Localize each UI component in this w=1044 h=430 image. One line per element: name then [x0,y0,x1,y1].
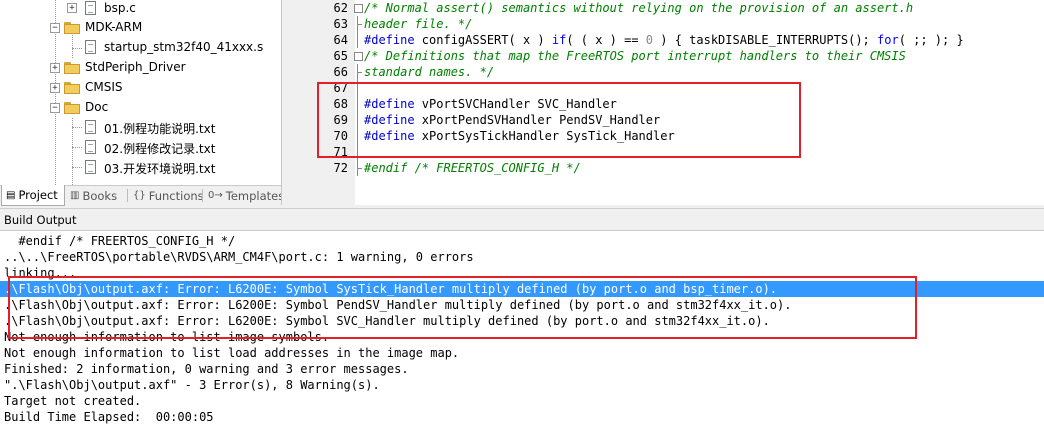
tree-item-label: 01.例程功能说明.txt [104,122,216,136]
annotation-box-output [8,276,917,339]
output-line[interactable]: ".\Flash\Obj\output.axf" - 3 Error(s), 8… [0,377,1044,393]
output-line[interactable]: Target not created. [0,393,1044,409]
fold-marker [354,16,362,32]
fold-marker [354,0,363,16]
output-line-text: Target not created. [4,394,142,408]
folder-icon [64,82,80,94]
tree-item-label: 02.例程修改记录.txt [104,142,216,156]
fold-marker [354,48,363,64]
tree-guide-line [72,147,82,148]
code-text: /* Normal assert() semantics without rel… [364,1,914,15]
output-line[interactable]: Finished: 2 information, 0 warning and 3… [0,361,1044,377]
collapse-icon[interactable]: − [50,103,60,113]
tree-guide-line [72,118,73,185]
line-number: 63 [333,17,348,31]
tree-guide-line [72,48,82,49]
tree-item-label: 03.开发环境说明.txt [104,162,216,176]
output-line-text: Finished: 2 information, 0 warning and 3… [4,362,409,376]
tree-guide-line [72,167,82,168]
expand-icon[interactable]: + [67,3,77,13]
line-number: 66 [333,65,348,79]
tree-item-label: MDK-ARM [85,20,143,34]
project-panel-tabs: ▤ Project ▥ Books {} Functions 0→ Templates [0,185,284,206]
build-output-header: Build Output [0,208,1044,230]
folder-icon [64,22,80,34]
build-output-title: Build Output [4,213,77,227]
code-line[interactable]: 62 /* Normal assert() semantics without r… [285,0,1044,16]
tab-functions[interactable]: {} Functions [129,186,204,205]
tree-item-label: bsp.c [104,1,136,15]
books-icon: ▥ [70,190,80,201]
tab-books[interactable]: ▥ Books [66,186,126,205]
tab-label: Templates [225,188,285,203]
line-number: 72 [333,161,348,175]
code-line[interactable]: 64 #define configASSERT( x ) if( ( x ) ==… [285,32,1044,48]
output-line-text: ".\Flash\Obj\output.axf" - 3 Error(s), 8… [4,378,380,392]
tab-label: Functions [148,188,204,203]
output-line[interactable]: #endif /* FREERTOS_CONFIG_H */ [0,233,1044,249]
tree-item-label: CMSIS [85,80,123,94]
templates-icon: 0→ [208,190,223,201]
output-line-text: Build Time Elapsed: 00:00:05 [4,410,214,424]
output-line[interactable]: ..\..\FreeRTOS\portable\RVDS\ARM_CM4F\po… [0,249,1044,265]
code-line[interactable]: 66 standard names. */ [285,64,1044,80]
tree-item-label: StdPeriph_Driver [85,60,186,74]
annotation-box-editor [317,82,801,158]
output-line-text: Not enough information to list load addr… [4,346,460,360]
code-text: #endif /* FREERTOS_CONFIG_H */ [364,161,581,175]
code-text: /* Definitions that map the FreeRTOS por… [364,49,906,63]
expand-icon[interactable]: + [50,83,60,93]
code-line[interactable]: 63 header file. */ [285,16,1044,32]
output-line[interactable]: Not enough information to list load addr… [0,345,1044,361]
text-file-icon [85,120,96,134]
line-number: 65 [333,49,348,63]
tree-guide-line [72,127,82,128]
code-text: header file. */ [364,17,473,31]
tree-item-label: Doc [85,100,109,114]
collapse-icon[interactable]: − [50,23,60,33]
output-line-text: #endif /* FREERTOS_CONFIG_H */ [4,234,236,248]
code-line[interactable]: 65 /* Definitions that map the FreeRTOS p… [285,48,1044,64]
tab-project[interactable]: ▤ Project [1,185,65,206]
tab-label: Books [82,188,118,203]
project-panel: + bsp.c − MDK-ARM startup_stm32f40_41xxx… [0,0,281,185]
fold-marker [354,32,362,48]
output-line[interactable]: Build Time Elapsed: 00:00:05 [0,409,1044,425]
code-text: standard names. */ [364,65,495,79]
line-number: 62 [333,1,348,15]
tab-templates[interactable]: 0→ Templates [204,186,284,205]
folder-icon [64,62,80,74]
folder-icon [64,102,80,114]
tree-item-label: startup_stm32f40_41xxx.s [104,40,264,54]
asm-file-icon [85,40,96,54]
line-number: 64 [333,33,348,47]
fold-marker [354,64,362,80]
fold-marker [354,160,362,176]
text-file-icon [85,140,96,154]
braces-icon: {} [133,190,146,201]
tab-label: Project [18,188,58,202]
c-file-icon [85,1,96,15]
project-icon: ▤ [6,189,16,201]
code-text: #define configASSERT( x ) if( ( x ) == 0… [364,33,964,47]
output-line-text: ..\..\FreeRTOS\portable\RVDS\ARM_CM4F\po… [4,250,474,264]
text-file-icon [85,160,96,174]
expand-icon[interactable]: + [50,63,60,73]
code-line[interactable]: 72 #endif /* FREERTOS_CONFIG_H */ [285,160,1044,176]
